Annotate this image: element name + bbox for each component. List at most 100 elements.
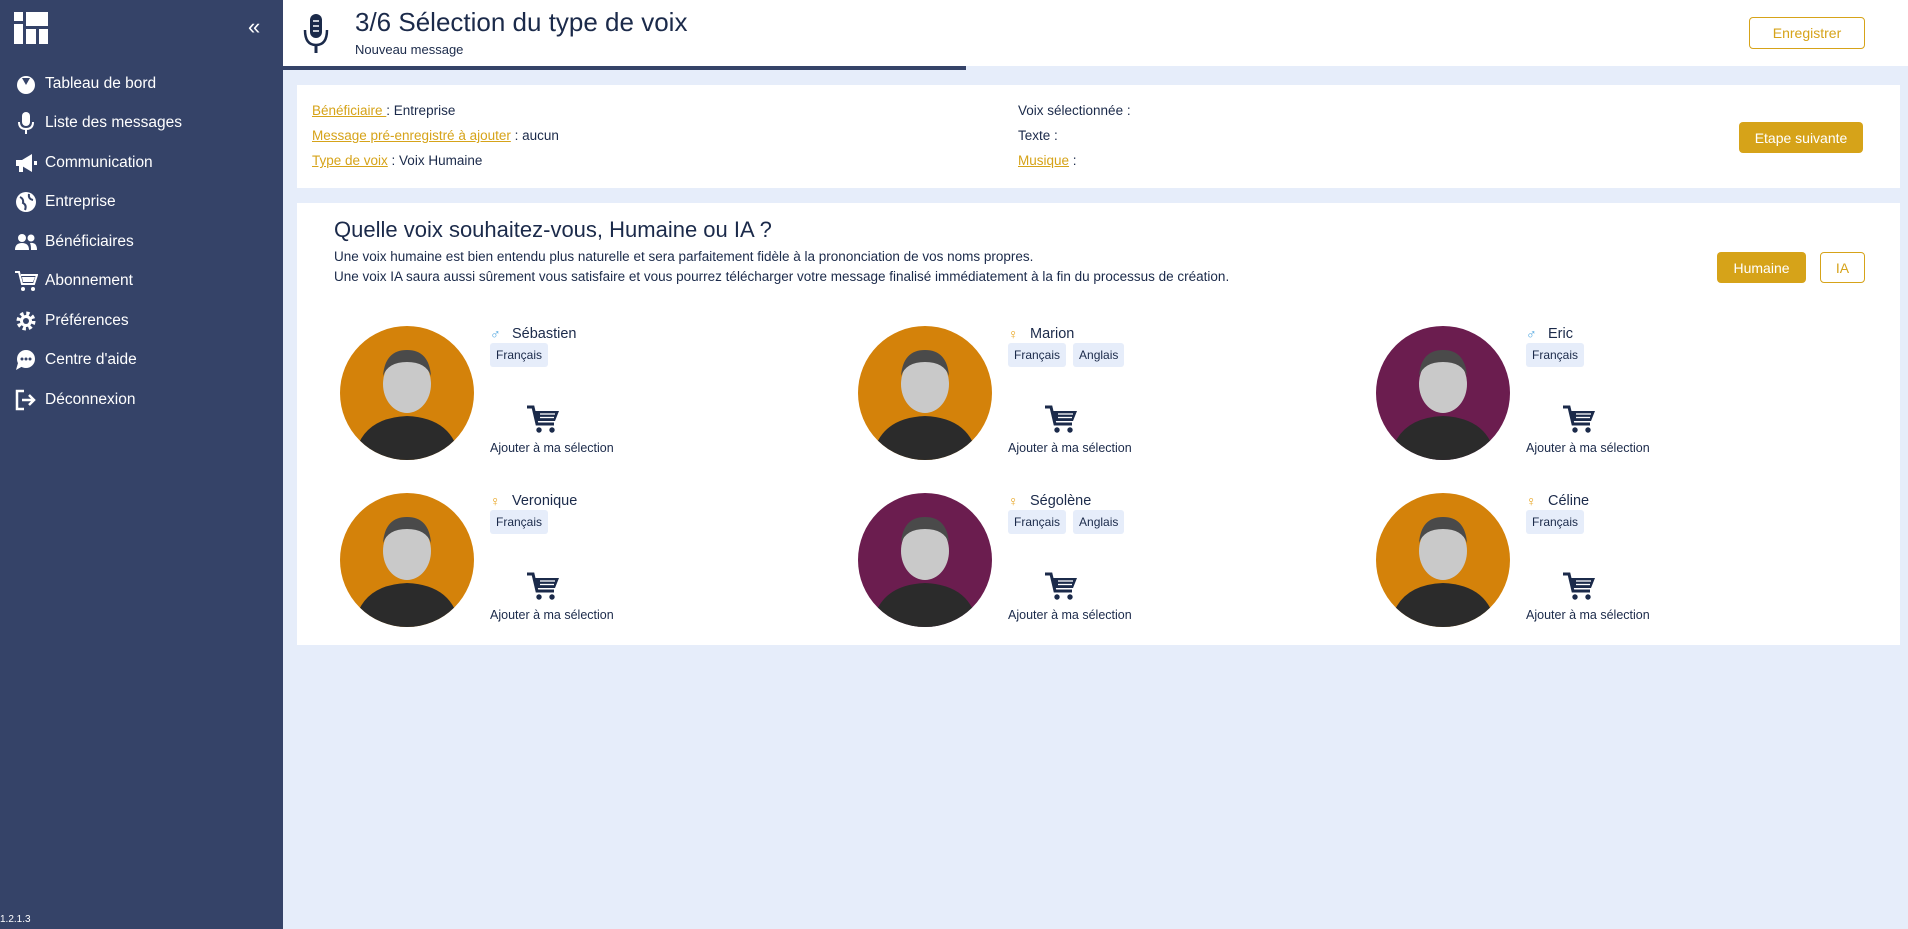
sidebar-item-communication[interactable]: Communication bbox=[0, 143, 283, 183]
voices-title: Quelle voix souhaitez-vous, Humaine ou I… bbox=[334, 217, 772, 242]
voice-name-label: Céline bbox=[1548, 493, 1590, 509]
summary-beneficiaire: Bénéficiaire : Entreprise bbox=[312, 103, 455, 118]
language-tags: Français bbox=[490, 510, 549, 534]
sidebar-item-label: Centre d'aide bbox=[45, 351, 137, 369]
voice-card: ♂ Eric Français Ajouter à ma sélection bbox=[1376, 326, 1776, 461]
language-tag: Français bbox=[1008, 510, 1067, 534]
language-tags: Français bbox=[1526, 510, 1585, 534]
voice-name: ♂ Sébastien bbox=[490, 326, 577, 342]
musique-link[interactable]: Musique bbox=[1018, 153, 1069, 168]
sidebar-item-label: Préférences bbox=[45, 311, 129, 329]
voices-card: Quelle voix souhaitez-vous, Humaine ou I… bbox=[297, 203, 1900, 645]
sidebar-item-tableau-de-bord[interactable]: Tableau de bord bbox=[0, 64, 283, 104]
voice-name: ♀ Ségolène bbox=[1008, 493, 1091, 509]
sidebar-item-preferences[interactable]: Préférences bbox=[0, 301, 283, 341]
app-logo-icon[interactable] bbox=[14, 12, 48, 44]
voice-card: ♀ Céline Français Ajouter à ma sélection bbox=[1376, 493, 1776, 628]
language-tags: Français Anglais bbox=[1008, 343, 1125, 367]
add-to-selection-link[interactable]: Ajouter à ma sélection bbox=[1526, 608, 1650, 622]
male-icon: ♂ bbox=[1526, 326, 1537, 342]
language-tag: Français bbox=[1526, 510, 1585, 534]
sidebar-item-centre-d-aide[interactable]: Centre d'aide bbox=[0, 341, 283, 381]
female-icon: ♀ bbox=[1526, 493, 1537, 509]
type-link[interactable]: Type de voix bbox=[312, 153, 388, 168]
add-to-selection-link[interactable]: Ajouter à ma sélection bbox=[490, 441, 614, 455]
add-to-selection-link[interactable]: Ajouter à ma sélection bbox=[1526, 441, 1650, 455]
beneficiaire-value: : Entreprise bbox=[386, 103, 456, 118]
voice-name: ♀ Céline bbox=[1526, 493, 1589, 509]
voice-avatar[interactable] bbox=[858, 493, 992, 627]
human-voice-button[interactable]: Humaine bbox=[1717, 252, 1806, 283]
add-to-selection-link[interactable]: Ajouter à ma sélection bbox=[490, 608, 614, 622]
sidebar: « Tableau de bord Liste des messages Com… bbox=[0, 0, 283, 929]
page-header: 3/6 Sélection du type de voix Nouveau me… bbox=[283, 0, 1908, 70]
voices-description-ia: Une voix IA saura aussi sûrement vous sa… bbox=[334, 269, 1230, 284]
beneficiaire-link[interactable]: Bénéficiaire bbox=[312, 103, 386, 118]
female-icon: ♀ bbox=[1008, 493, 1019, 509]
male-icon: ♂ bbox=[490, 326, 501, 342]
message-value: : aucun bbox=[510, 128, 559, 143]
voice-avatar[interactable] bbox=[340, 493, 474, 627]
voice-name-label: Marion bbox=[1030, 326, 1075, 342]
cart-icon bbox=[14, 269, 38, 293]
megaphone-icon bbox=[14, 151, 38, 175]
add-to-cart-icon[interactable] bbox=[1044, 404, 1078, 434]
summary-musique: Musique : bbox=[1018, 153, 1077, 168]
voice-card: ♂ Sébastien Français Ajouter à ma sélection bbox=[340, 326, 740, 461]
save-button[interactable]: Enregistrer bbox=[1749, 17, 1865, 49]
add-to-selection-link[interactable]: Ajouter à ma sélection bbox=[1008, 608, 1132, 622]
summary-voix: Voix sélectionnée : bbox=[1018, 103, 1131, 118]
add-to-cart-icon[interactable] bbox=[526, 404, 560, 434]
voice-name-label: Sébastien bbox=[512, 326, 577, 342]
add-to-selection-link[interactable]: Ajouter à ma sélection bbox=[1008, 441, 1132, 455]
sidebar-item-label: Tableau de bord bbox=[45, 74, 157, 92]
page-title: 3/6 Sélection du type de voix bbox=[355, 7, 688, 37]
sidebar-item-label: Entreprise bbox=[45, 193, 116, 211]
add-to-cart-icon[interactable] bbox=[1562, 404, 1596, 434]
summary-message: Message pré-enregistré à ajouter : aucun bbox=[312, 128, 559, 143]
voice-name-label: Ségolène bbox=[1030, 493, 1092, 509]
users-icon bbox=[14, 230, 38, 254]
sidebar-item-beneficiaires[interactable]: Bénéficiaires bbox=[0, 222, 283, 262]
sidebar-item-label: Bénéficiaires bbox=[45, 232, 134, 250]
type-value: : Voix Humaine bbox=[387, 153, 483, 168]
microphone-icon bbox=[14, 111, 38, 135]
globe-icon bbox=[14, 190, 38, 214]
language-tag: Français bbox=[1526, 343, 1585, 367]
female-icon: ♀ bbox=[1008, 326, 1019, 342]
musique-value: : bbox=[1069, 153, 1077, 168]
voice-avatar[interactable] bbox=[1376, 326, 1510, 460]
collapse-sidebar-icon[interactable]: « bbox=[248, 16, 260, 38]
sidebar-item-liste-des-messages[interactable]: Liste des messages bbox=[0, 104, 283, 144]
sidebar-item-label: Communication bbox=[45, 153, 153, 171]
add-to-cart-icon[interactable] bbox=[1044, 571, 1078, 601]
ia-voice-button[interactable]: IA bbox=[1820, 252, 1865, 283]
page-subtitle: Nouveau message bbox=[355, 42, 464, 57]
language-tag: Français bbox=[490, 343, 549, 367]
message-link[interactable]: Message pré-enregistré à ajouter bbox=[312, 128, 511, 143]
summary-card: Bénéficiaire : Entreprise Message pré-en… bbox=[297, 85, 1900, 188]
language-tag: Anglais bbox=[1073, 343, 1125, 367]
language-tags: Français bbox=[490, 343, 549, 367]
add-to-cart-icon[interactable] bbox=[526, 571, 560, 601]
voice-name: ♀ Marion bbox=[1008, 326, 1074, 342]
voices-description-human: Une voix humaine est bien entendu plus n… bbox=[334, 249, 1034, 264]
next-step-button[interactable]: Etape suivante bbox=[1739, 122, 1863, 153]
voice-avatar[interactable] bbox=[1376, 493, 1510, 627]
voice-card: ♀ Ségolène Français Anglais Ajouter à ma sél… bbox=[858, 493, 1258, 628]
language-tag: Français bbox=[1008, 343, 1067, 367]
sidebar-item-entreprise[interactable]: Entreprise bbox=[0, 183, 283, 223]
progress-bar bbox=[283, 66, 1908, 70]
voice-card: ♀ Veronique Français Ajouter à ma sélection bbox=[340, 493, 740, 628]
dashboard-icon bbox=[14, 72, 38, 96]
language-tags: Français Anglais bbox=[1008, 510, 1125, 534]
add-to-cart-icon[interactable] bbox=[1562, 571, 1596, 601]
summary-texte: Texte : bbox=[1018, 128, 1058, 143]
voice-avatar[interactable] bbox=[340, 326, 474, 460]
gear-icon bbox=[14, 309, 38, 333]
sidebar-item-abonnement[interactable]: Abonnement bbox=[0, 262, 283, 302]
sidebar-item-deconnexion[interactable]: Déconnexion bbox=[0, 380, 283, 420]
language-tag: Anglais bbox=[1073, 510, 1125, 534]
language-tags: Français bbox=[1526, 343, 1585, 367]
voice-avatar[interactable] bbox=[858, 326, 992, 460]
